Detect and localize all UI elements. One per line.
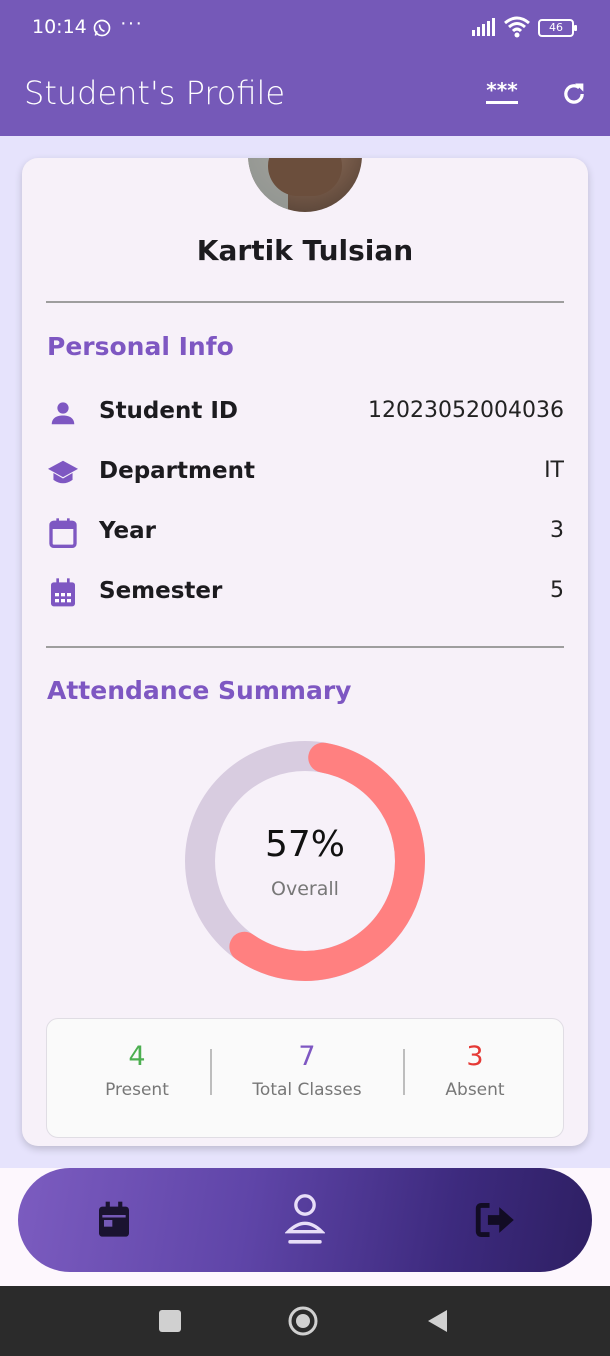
circle-icon (288, 1306, 318, 1336)
info-label: Semester (99, 578, 223, 604)
student-name: Kartik Tulsian (196, 234, 414, 267)
personal-info-title: Personal Info (47, 332, 234, 361)
nav-logout-button[interactable] (470, 1194, 522, 1246)
info-value: 5 (550, 578, 564, 603)
divider (46, 301, 564, 303)
stat-present-label: Present (105, 1080, 169, 1100)
stat-separator (210, 1049, 212, 1095)
nav-profile-button[interactable] (279, 1194, 331, 1246)
square-icon (159, 1310, 181, 1332)
profile-card: Kartik Tulsian Personal Info Student ID … (22, 158, 588, 1146)
system-nav-bar (0, 1286, 610, 1356)
whatsapp-icon (93, 19, 111, 37)
stat-absent-value: 3 (466, 1041, 484, 1072)
info-label: Department (99, 458, 255, 484)
info-value: 12023052004036 (368, 398, 564, 423)
password-icon: *** (486, 79, 518, 104)
attendance-stats: 4 Present 7 Total Classes 3 Absent (46, 1018, 564, 1138)
stat-total-value: 7 (298, 1041, 316, 1072)
status-overflow: ··· (120, 12, 143, 34)
person-icon (46, 396, 80, 430)
avatar (248, 158, 362, 212)
calendar-icon (99, 1201, 129, 1237)
attendance-caption: Overall (271, 878, 339, 900)
svg-text:***: *** (486, 79, 518, 102)
calendar-month-icon (46, 576, 80, 610)
info-row-department: Department IT (46, 452, 564, 492)
info-value: 3 (550, 518, 564, 543)
school-icon (46, 456, 80, 490)
stat-separator (403, 1049, 405, 1095)
attendance-summary-title: Attendance Summary (47, 676, 352, 705)
bottom-nav (18, 1168, 592, 1272)
profile-icon (285, 1194, 325, 1244)
attendance-percent: 57% (264, 824, 345, 865)
battery-icon: 46 (538, 19, 577, 37)
signal-icon (472, 18, 495, 36)
app-header: 10:14 ··· 46 Student's Profile *** (0, 0, 610, 136)
info-label: Year (99, 518, 157, 544)
stat-present: 4 Present (87, 1041, 187, 1100)
info-row-student-id: Student ID 12023052004036 (46, 392, 564, 432)
password-button[interactable]: *** (482, 76, 522, 112)
info-label: Student ID (99, 398, 239, 424)
refresh-button[interactable] (554, 76, 594, 112)
attendance-donut: 57% Overall (184, 740, 426, 982)
recent-apps-button[interactable] (153, 1304, 187, 1338)
info-row-year: Year 3 (46, 512, 564, 552)
stat-total-label: Total Classes (252, 1080, 362, 1100)
status-bar: 10:14 ··· 46 (0, 0, 610, 56)
stat-present-value: 4 (128, 1041, 146, 1072)
stat-absent-label: Absent (445, 1080, 505, 1100)
triangle-back-icon (428, 1310, 447, 1332)
stat-absent: 3 Absent (425, 1041, 525, 1100)
divider (46, 646, 564, 648)
info-row-semester: Semester 5 (46, 572, 564, 612)
calendar-icon (46, 516, 80, 550)
page-title: Student's Profile (24, 74, 286, 112)
back-button[interactable] (420, 1304, 454, 1338)
status-time: 10:14 (32, 16, 87, 38)
wifi-icon (504, 16, 530, 38)
info-value: IT (544, 458, 564, 483)
nav-attendance-button[interactable] (88, 1194, 140, 1246)
refresh-icon (564, 83, 584, 104)
home-button[interactable] (286, 1304, 320, 1338)
logout-icon (475, 1203, 514, 1237)
stat-total: 7 Total Classes (237, 1041, 377, 1100)
